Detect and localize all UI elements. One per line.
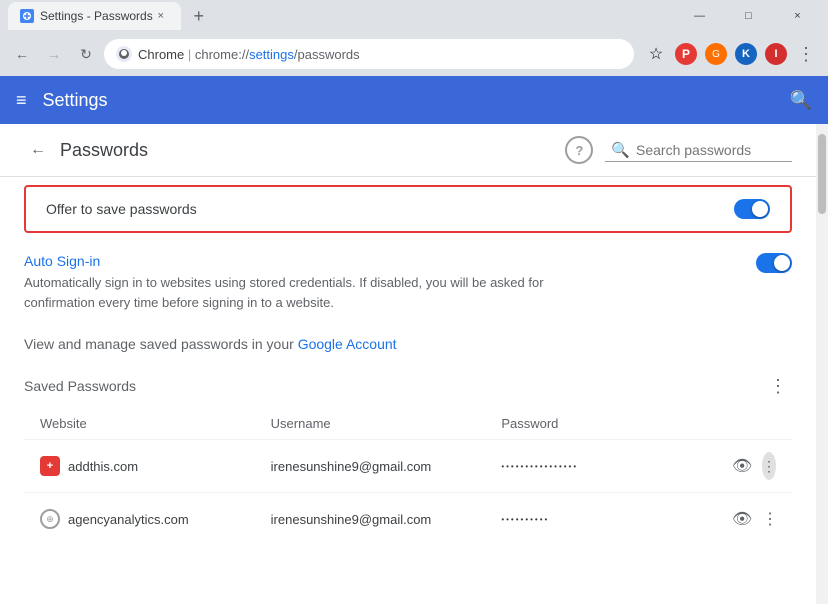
row2-username: irenesunshine9@gmail.com xyxy=(263,504,494,535)
maximize-button[interactable]: □ xyxy=(726,2,771,30)
pinterest-icon: P xyxy=(675,43,697,65)
window-controls: — □ × xyxy=(677,2,820,30)
row2-more-action: ⋮ xyxy=(754,497,784,541)
table-row: + addthis.com irenesunshine9@gmail.com •… xyxy=(24,439,792,492)
row2-password: •••••••••• xyxy=(493,507,724,532)
row2-eye-action: 👁 xyxy=(724,497,754,541)
back-button[interactable]: ← xyxy=(8,40,36,68)
row1-website: + addthis.com xyxy=(32,448,263,484)
row2-password-dots: •••••••••• xyxy=(501,515,549,524)
grammarly-extension[interactable]: G xyxy=(702,40,730,68)
settings-app-header: ≡ Settings 🔍 xyxy=(0,76,828,124)
row2-website: ⊕ agencyanalytics.com xyxy=(32,501,263,537)
pinterest-extension[interactable]: P xyxy=(672,40,700,68)
account-avatar-i[interactable]: I xyxy=(762,40,790,68)
browser-name: Chrome xyxy=(138,47,184,62)
addthis-favicon: + xyxy=(40,456,60,476)
search-icon: 🔍 xyxy=(611,141,630,159)
row2-more-options-button[interactable]: ⋮ xyxy=(762,505,778,533)
page-back-button[interactable]: ← xyxy=(24,136,52,164)
close-button[interactable]: × xyxy=(775,2,820,30)
row1-site-name: addthis.com xyxy=(68,459,138,474)
main-content: ← Passwords ? 🔍 Offer to save passwords xyxy=(0,124,816,604)
toggle-slider xyxy=(734,199,770,219)
url-path: settings xyxy=(249,47,294,62)
table-header: Website Username Password xyxy=(24,408,792,439)
auto-signin-section: Auto Sign-in Automatically sign in to we… xyxy=(0,241,816,324)
saved-passwords-more-button[interactable]: ⋮ xyxy=(764,372,792,400)
row1-password: •••••••••••••••• xyxy=(493,454,724,479)
auto-signin-title: Auto Sign-in xyxy=(24,253,740,269)
browser-toolbar: ← → ↻ Chrome | chrome://settings/passwor… xyxy=(0,32,828,76)
tab-bar: Settings - Passwords × + xyxy=(8,2,677,30)
row2-reveal-password-button[interactable]: 👁 xyxy=(732,505,752,533)
help-button[interactable]: ? xyxy=(565,136,593,164)
grammarly-icon: G xyxy=(705,43,727,65)
col-actions-2 xyxy=(754,412,784,435)
auto-signin-toggle-slider xyxy=(756,253,792,273)
page-actions: ? 🔍 xyxy=(565,136,792,164)
auto-signin-row: Auto Sign-in Automatically sign in to we… xyxy=(24,253,792,312)
site-security-icon xyxy=(116,46,132,62)
avatar-i-icon: I xyxy=(765,43,787,65)
passwords-table: Website Username Password + xyxy=(24,408,792,545)
row2-site-name: agencyanalytics.com xyxy=(68,512,189,527)
search-passwords-box[interactable]: 🔍 xyxy=(605,139,792,162)
passwords-page: ← Passwords ? 🔍 Offer to save passwords xyxy=(0,124,816,553)
row1-eye-action: 👁 xyxy=(724,444,754,488)
refresh-button[interactable]: ↻ xyxy=(72,40,100,68)
url-domain: chrome:// xyxy=(195,47,249,62)
col-website: Website xyxy=(32,412,263,435)
col-password: Password xyxy=(493,412,724,435)
saved-passwords-title: Saved Passwords xyxy=(24,378,136,394)
page-title: Passwords xyxy=(60,140,565,161)
offer-save-toggle[interactable] xyxy=(734,199,770,219)
address-text: Chrome | chrome://settings/passwords xyxy=(138,47,360,62)
address-bar[interactable]: Chrome | chrome://settings/passwords xyxy=(104,39,634,69)
header-search-button[interactable]: 🔍 xyxy=(790,90,812,111)
active-tab[interactable]: Settings - Passwords × xyxy=(8,2,181,30)
account-link-text: View and manage saved passwords in your xyxy=(24,336,298,352)
scrollbar-thumb[interactable] xyxy=(818,134,826,214)
auto-signin-text: Auto Sign-in Automatically sign in to we… xyxy=(24,253,740,312)
tab-close-button[interactable]: × xyxy=(153,8,169,24)
avatar-k-icon: K xyxy=(735,43,757,65)
content-area: ← Passwords ? 🔍 Offer to save passwords xyxy=(0,124,828,604)
url-separator: | xyxy=(188,47,195,62)
auto-signin-description: Automatically sign in to websites using … xyxy=(24,273,584,312)
page-header: ← Passwords ? 🔍 xyxy=(0,124,816,177)
table-row: ⊕ agencyanalytics.com irenesunshine9@gma… xyxy=(24,492,792,545)
col-actions-1 xyxy=(724,412,754,435)
app-title: Settings xyxy=(43,90,790,111)
tab-favicon xyxy=(20,9,34,23)
saved-passwords-section: Saved Passwords ⋮ Website Username Passw… xyxy=(0,364,816,553)
chrome-menu-button[interactable]: ⋮ xyxy=(792,40,820,68)
row1-password-dots: •••••••••••••••• xyxy=(501,462,578,471)
hamburger-menu-button[interactable]: ≡ xyxy=(16,90,27,111)
offer-save-row: Offer to save passwords xyxy=(24,185,792,233)
row1-more-options-button[interactable]: ⋮ xyxy=(762,452,776,480)
search-passwords-input[interactable] xyxy=(636,142,786,158)
scrollbar[interactable] xyxy=(816,124,828,604)
account-avatar-k[interactable]: K xyxy=(732,40,760,68)
tab-title: Settings - Passwords xyxy=(40,9,153,23)
row1-username: irenesunshine9@gmail.com xyxy=(263,451,494,482)
forward-button: → xyxy=(40,40,68,68)
browser-window: Settings - Passwords × + — □ × ← → ↻ Chr… xyxy=(0,0,828,604)
title-bar: Settings - Passwords × + — □ × xyxy=(0,0,828,32)
row1-reveal-password-button[interactable]: 👁 xyxy=(732,452,752,480)
col-username: Username xyxy=(263,412,494,435)
bookmark-button[interactable]: ☆ xyxy=(642,40,670,68)
account-link-section: View and manage saved passwords in your … xyxy=(0,324,816,364)
toolbar-actions: ☆ P G K I ⋮ xyxy=(642,40,820,68)
google-account-link[interactable]: Google Account xyxy=(298,336,397,352)
auto-signin-toggle[interactable] xyxy=(756,253,792,273)
row1-more-action: ⋮ xyxy=(754,444,784,488)
new-tab-button[interactable]: + xyxy=(185,2,213,30)
minimize-button[interactable]: — xyxy=(677,2,722,30)
saved-passwords-header: Saved Passwords ⋮ xyxy=(24,372,792,400)
offer-save-label: Offer to save passwords xyxy=(46,201,197,217)
agencyanalytics-favicon: ⊕ xyxy=(40,509,60,529)
url-rest: /passwords xyxy=(294,47,360,62)
